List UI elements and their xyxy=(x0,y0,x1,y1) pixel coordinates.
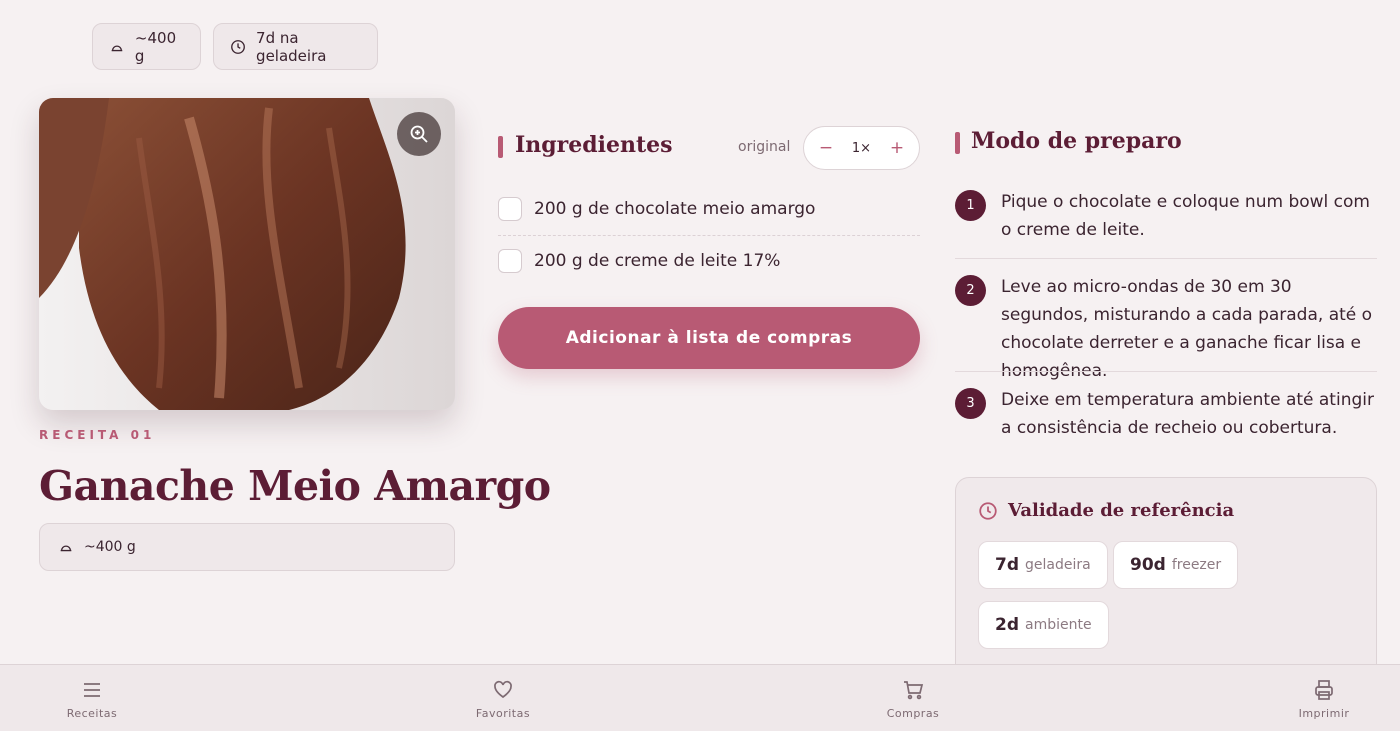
ingredient-label: 200 g de creme de leite 17% xyxy=(534,251,781,271)
nav-label: Receitas xyxy=(66,707,118,720)
add-to-shopping-list-button[interactable]: Adicionar à lista de compras xyxy=(498,307,920,369)
recipe-yield-value: ~400 g xyxy=(84,539,136,555)
ingredient-item[interactable]: 200 g de creme de leite 17% xyxy=(498,235,920,287)
portion-stepper: − 1× + xyxy=(803,126,920,170)
step-text: Deixe em temperatura ambiente até atingi… xyxy=(1001,390,1374,438)
cart-icon xyxy=(904,681,924,700)
validity-value: 2d xyxy=(995,615,1019,635)
step-number: 2 xyxy=(955,275,986,306)
recipe-title: Ganache Meio Amargo xyxy=(39,462,551,510)
step-divider xyxy=(955,371,1377,372)
yield-chip-label: ~400 g xyxy=(134,28,177,65)
step-item: 2 Leve ao micro-ondas de 30 em 30 segund… xyxy=(955,275,1377,385)
fridge-chip-label: 7d na geladeira xyxy=(256,28,327,65)
fridge-chip: 7d na geladeira xyxy=(213,23,378,70)
menu-icon xyxy=(84,683,100,697)
ganache-illustration xyxy=(39,98,455,410)
bowl-icon xyxy=(60,545,72,552)
yield-chip: ~400 g xyxy=(92,23,201,70)
nav-item-imprimir[interactable]: Imprimir xyxy=(1269,679,1379,720)
step-number: 3 xyxy=(955,388,986,419)
step-text: Pique o chocolate e coloque num bowl com… xyxy=(1001,192,1370,240)
nav-item-receitas[interactable]: Receitas xyxy=(37,679,147,720)
validity-value: 7d xyxy=(995,555,1019,575)
ingredient-item[interactable]: 200 g de chocolate meio amargo xyxy=(498,183,920,235)
validity-heading: Validade de referência xyxy=(1008,500,1235,521)
nav-item-favoritas[interactable]: Favoritas xyxy=(448,679,558,720)
ingredient-label: 200 g de chocolate meio amargo xyxy=(534,199,816,219)
step-item: 3 Deixe em temperatura ambiente até atin… xyxy=(955,388,1377,442)
nav-label: Compras xyxy=(886,707,940,720)
step-item: 1 Pique o chocolate e coloque num bowl c… xyxy=(955,190,1377,244)
ingredient-checkbox[interactable] xyxy=(498,249,522,273)
nav-label: Favoritas xyxy=(475,707,531,720)
bowl-icon xyxy=(111,44,123,51)
validity-label: ambiente xyxy=(1025,617,1092,633)
ingredients-heading: Ingredientes xyxy=(515,132,673,158)
increase-button[interactable]: + xyxy=(889,138,905,158)
ingredient-checkbox[interactable] xyxy=(498,197,522,221)
validity-label: geladeira xyxy=(1025,557,1091,573)
steps-accent-bar xyxy=(955,132,960,154)
validity-freezer-pill: 90d freezer xyxy=(1113,541,1239,589)
step-number: 1 xyxy=(955,190,986,221)
validity-label: freezer xyxy=(1171,557,1222,573)
recipe-yield: ~400 g xyxy=(39,523,455,571)
original-label: original xyxy=(738,139,791,155)
portion-multiplier: 1× xyxy=(851,140,872,156)
clock-icon xyxy=(979,501,997,520)
validity-heading-row: Validade de referência xyxy=(978,500,1234,521)
nav-label: Imprimir xyxy=(1298,707,1350,720)
step-divider xyxy=(955,258,1377,259)
nav-item-compras[interactable]: Compras xyxy=(858,679,968,720)
recipe-photo xyxy=(39,98,455,410)
bottom-navigation: Receitas Favoritas Compras Imprimir xyxy=(0,664,1400,731)
step-text: Leve ao micro-ondas de 30 em 30 segundos… xyxy=(1001,277,1373,381)
ingredients-accent-bar xyxy=(498,136,503,158)
heart-icon xyxy=(494,680,512,699)
validity-fridge-pill: 7d geladeira xyxy=(978,541,1108,589)
recipe-kicker: RECEITA 01 xyxy=(39,428,156,442)
decrease-button[interactable]: − xyxy=(818,138,834,158)
printer-icon xyxy=(1315,680,1333,700)
validity-ambient-pill: 2d ambiente xyxy=(978,601,1109,649)
zoom-in-icon xyxy=(410,125,428,143)
clock-icon xyxy=(231,39,245,54)
zoom-button[interactable] xyxy=(397,112,441,156)
validity-value: 90d xyxy=(1130,555,1166,575)
steps-heading: Modo de preparo xyxy=(971,128,1182,154)
